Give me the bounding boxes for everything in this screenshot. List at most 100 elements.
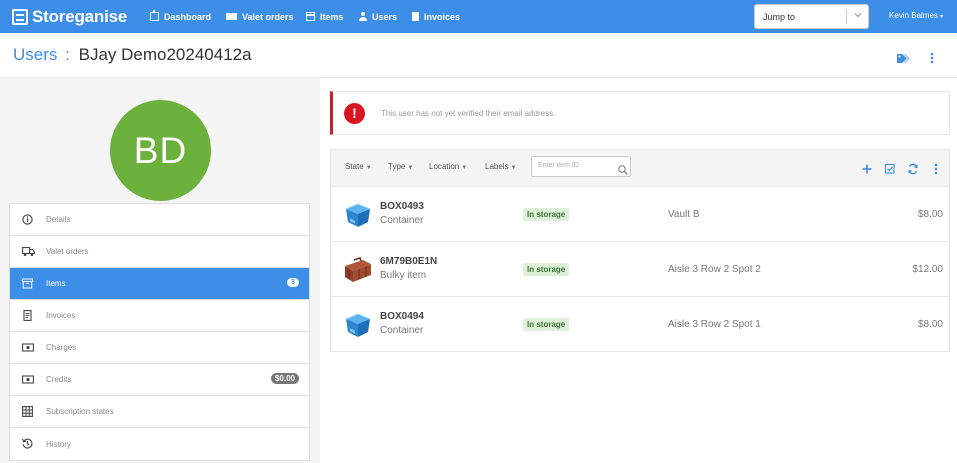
container-icon <box>343 309 373 339</box>
money-icon <box>22 342 34 353</box>
dashboard-icon <box>150 10 159 21</box>
nav-valet-orders[interactable]: Valet orders <box>226 0 294 33</box>
filter-state-label: State <box>345 162 364 171</box>
filter-state-dropdown[interactable]: State ▼ <box>345 162 372 171</box>
menu-item-history[interactable]: History <box>10 428 309 460</box>
caret-down-icon: ▼ <box>510 165 517 171</box>
filter-labels-dropdown[interactable]: Labels ▼ <box>485 162 517 171</box>
item-id-search-input[interactable] <box>538 162 613 169</box>
nav-dashboard[interactable]: Dashboard <box>150 0 211 33</box>
item-type: Container <box>380 325 424 336</box>
user-sidebar: BD Details Valet orders Items 3 Invoices… <box>0 78 320 463</box>
status-badge: In storage <box>523 318 570 331</box>
menu-item-subscription-states[interactable]: Subscription states <box>10 396 309 428</box>
item-code[interactable]: BOX0493 <box>380 201 424 212</box>
nav-users[interactable]: Users <box>359 0 397 33</box>
menu-item-invoices[interactable]: Invoices <box>10 300 309 332</box>
menu-item-invoices-label: Invoices <box>46 311 76 320</box>
jump-to-placeholder: Jump to <box>763 12 796 22</box>
user-menu-name: Kevin Balmes <box>889 11 938 20</box>
item-price: $8.00 <box>917 319 943 330</box>
menu-item-credits[interactable]: Credits $0.00 <box>10 364 309 396</box>
chevron-down-icon[interactable] <box>852 10 864 22</box>
exclamation-icon: ! <box>344 103 365 124</box>
jump-to-select[interactable]: Jump to <box>754 4 869 29</box>
jump-to-separator <box>846 9 847 24</box>
avatar: BD <box>110 100 211 201</box>
brand-name: Storeganise <box>32 7 128 26</box>
items-toolbar: State ▼ Type ▼ Location ▼ Labels ▼ <box>331 150 949 187</box>
item-location: Vault B <box>668 209 700 220</box>
item-type: Bulky item <box>380 270 427 281</box>
menu-item-details-label: Details <box>46 215 71 224</box>
menu-item-valet-orders[interactable]: Valet orders <box>10 236 309 268</box>
item-location: Aisle 3 Row 2 Spot 1 <box>668 319 761 330</box>
credits-balance-badge: $0.00 <box>270 373 299 384</box>
menu-item-history-label: History <box>46 439 71 449</box>
user-menu-dropdown[interactable]: Kevin Balmes ▾ <box>889 11 943 20</box>
user-icon <box>359 12 367 21</box>
caret-down-icon: ▾ <box>940 14 944 20</box>
menu-item-valet-orders-label: Valet orders <box>46 247 89 256</box>
history-icon <box>22 438 33 449</box>
filter-location-dropdown[interactable]: Location ▼ <box>429 162 467 171</box>
menu-item-charges-label: Charges <box>46 343 77 352</box>
table-row[interactable]: BOX0493 Container In storage Vault B $8.… <box>331 187 949 242</box>
item-code[interactable]: 6M79B0E1N <box>380 256 437 267</box>
money-icon <box>22 374 34 385</box>
nav-items-label: Items <box>320 11 344 22</box>
more-vertical-icon[interactable] <box>930 51 934 64</box>
container-icon <box>343 199 373 229</box>
select-checkbox-icon[interactable] <box>884 162 896 174</box>
add-item-icon[interactable] <box>861 162 873 174</box>
storeganise-logo-icon <box>12 9 28 25</box>
breadcrumb-users-link[interactable]: Users <box>13 45 57 64</box>
item-search-box <box>531 156 631 177</box>
menu-item-charges[interactable]: Charges <box>10 332 309 364</box>
alert-message: This user has not yet verified their ema… <box>381 109 556 118</box>
invoice-icon <box>412 12 419 21</box>
filter-type-dropdown[interactable]: Type ▼ <box>388 162 413 171</box>
truck-icon <box>226 13 237 20</box>
menu-item-credits-label: Credits <box>46 375 72 384</box>
nav-invoices[interactable]: Invoices <box>412 0 460 33</box>
refresh-icon[interactable] <box>907 162 919 175</box>
filter-labels-label: Labels <box>485 162 509 171</box>
item-type: Container <box>380 215 424 226</box>
caret-down-icon: ▼ <box>365 165 372 171</box>
nav-users-label: Users <box>372 11 398 22</box>
menu-item-details[interactable]: Details <box>10 204 309 236</box>
breadcrumb-separator: : <box>65 45 70 64</box>
nav-valet-orders-label: Valet orders <box>242 11 294 22</box>
invoice-icon <box>22 310 33 321</box>
tag-icon[interactable] <box>897 51 910 63</box>
truck-icon <box>22 246 35 257</box>
item-price: $8.00 <box>917 209 943 220</box>
search-icon[interactable] <box>618 162 628 175</box>
menu-item-items-label: Items <box>46 279 66 288</box>
table-icon <box>22 406 33 417</box>
status-badge: In storage <box>523 263 570 276</box>
table-row[interactable]: BOX0494 Container In storage Aisle 3 Row… <box>331 297 949 352</box>
box-icon <box>305 12 315 21</box>
nav-items[interactable]: Items <box>305 0 344 33</box>
caret-down-icon: ▼ <box>407 165 414 171</box>
user-menu-list: Details Valet orders Items 3 Invoices Ch… <box>9 203 310 461</box>
items-panel: State ▼ Type ▼ Location ▼ Labels ▼ Enter… <box>330 149 950 352</box>
nav-dashboard-label: Dashboard <box>164 11 212 22</box>
items-count-badge: 3 <box>287 278 299 287</box>
email-verification-alert: ! This user has not yet verified their e… <box>330 91 950 135</box>
more-vertical-icon[interactable] <box>934 162 938 175</box>
brand-logo-link[interactable]: Storeganise <box>12 7 127 27</box>
item-price: $12.00 <box>912 264 943 275</box>
caret-down-icon: ▼ <box>461 165 468 171</box>
menu-item-items[interactable]: Items 3 <box>10 268 309 300</box>
filter-location-label: Location <box>429 162 460 171</box>
info-icon <box>22 214 33 225</box>
item-code[interactable]: BOX0494 <box>380 311 424 322</box>
top-navbar: Storeganise Dashboard Valet orders Items… <box>0 0 957 33</box>
table-row[interactable]: 6M79B0E1N Bulky item In storage Aisle 3 … <box>331 242 949 297</box>
filter-type-label: Type <box>388 162 406 171</box>
page-title: BJay Demo20240412a <box>78 45 252 64</box>
menu-item-subscription-states-label: Subscription states <box>46 407 114 416</box>
